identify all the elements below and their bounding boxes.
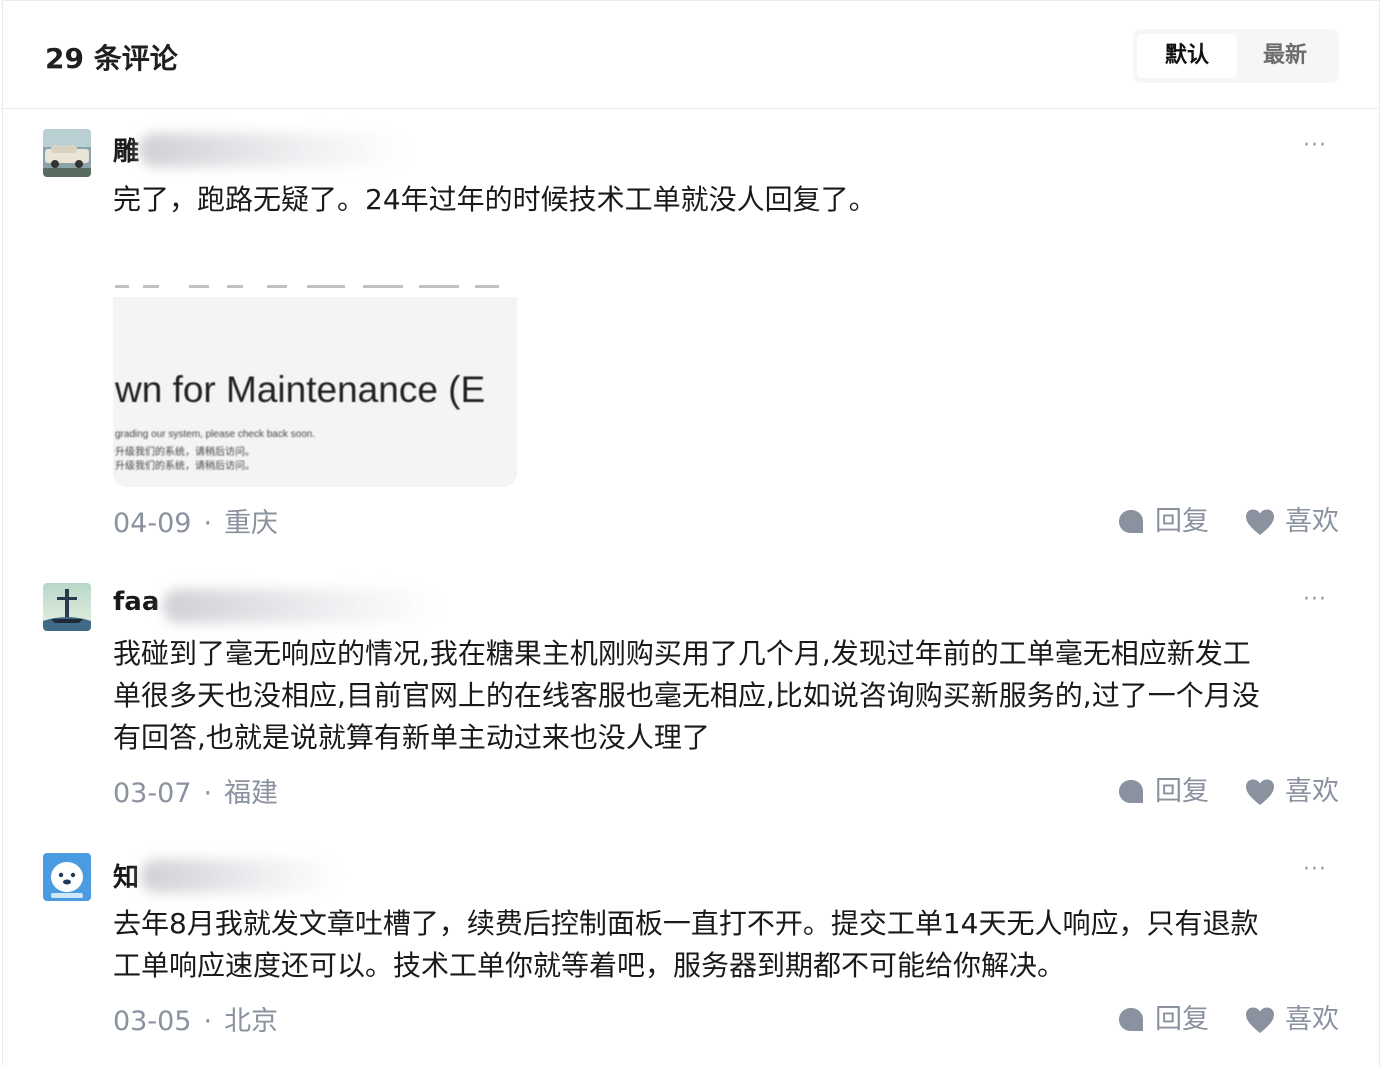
like-label: 喜欢	[1285, 776, 1339, 807]
comment-text-line: 有回答,也就是说就算有新单主动过来也没人理了	[113, 721, 710, 754]
comment-location: 重庆	[224, 508, 279, 539]
comment-meta: 03-05 · 北京	[113, 1006, 279, 1037]
chat-bubble-icon	[1119, 780, 1143, 803]
avatar[interactable]	[43, 583, 91, 631]
comment-text: 我碰到了毫无响应的情况,我在糖果主机刚购买用了几个月,发现过年前的工单毫无相应新…	[113, 633, 1343, 759]
reply-button[interactable]: 回复	[1117, 997, 1209, 1036]
comment-text-line: 去年8月我就发文章吐槽了，续费后控制面板一直打不开。提交工单14天无人响应，只有…	[113, 907, 1259, 940]
comment-date: 03-05	[113, 1006, 192, 1037]
comment-text-line: 单很多天也没相应,目前官网上的在线客服也毫无相应,比如说咨询购买新服务的,过了一…	[113, 679, 1260, 712]
like-button[interactable]: 喜欢	[1245, 499, 1339, 538]
avatar[interactable]	[43, 853, 91, 901]
heart-icon	[1246, 509, 1274, 535]
username-blur-mask	[163, 589, 433, 623]
comment-text-line: 工单响应速度还可以。技术工单你就等着吧，服务器到期都不可能给你解决。	[113, 949, 1066, 982]
chat-bubble-icon	[1119, 1008, 1143, 1031]
sort-default-button[interactable]: 默认	[1137, 34, 1237, 78]
more-dots-icon[interactable]: ···	[1303, 857, 1327, 882]
reply-label: 回复	[1155, 776, 1209, 807]
more-dots-icon[interactable]: ···	[1303, 133, 1327, 158]
comment-image[interactable]: wn for Maintenance (E grading our system…	[113, 297, 517, 487]
comment-date: 04-09	[113, 508, 192, 539]
username[interactable]: 知	[113, 857, 139, 894]
username-blur-mask	[139, 133, 399, 167]
image-caption-main: wn for Maintenance (E	[115, 369, 486, 410]
comment-text: 去年8月我就发文章吐槽了，续费后控制面板一直打不开。提交工单14天无人响应，只有…	[113, 903, 1343, 987]
like-button[interactable]: 喜欢	[1245, 997, 1339, 1036]
comment-meta: 04-09 · 重庆	[113, 508, 279, 539]
avatar[interactable]	[43, 129, 91, 177]
chat-bubble-icon	[1119, 510, 1143, 533]
image-caption-line: 升级我们的系统，请稍后访问。	[115, 461, 255, 472]
comment-location: 福建	[224, 778, 279, 809]
image-caption-line: 升级我们的系统，请稍后访问。	[115, 447, 255, 458]
comment-date: 03-07	[113, 778, 192, 809]
sort-latest-button[interactable]: 最新	[1235, 34, 1335, 78]
like-button[interactable]: 喜欢	[1245, 769, 1339, 808]
image-top-crop-marks	[115, 285, 499, 288]
sort-toggle: 默认 最新	[1133, 29, 1339, 83]
comment-header: 29 条评论 默认 最新	[3, 1, 1379, 109]
comment-text: 完了，跑路无疑了。24年过年的时候技术工单就没人回复了。	[113, 183, 877, 216]
comment-text-line: 我碰到了毫无响应的情况,我在糖果主机刚购买用了几个月,发现过年前的工单毫无相应新…	[113, 637, 1251, 670]
comment-meta: 03-07 · 福建	[113, 778, 279, 809]
username[interactable]: 雕	[113, 131, 139, 168]
like-label: 喜欢	[1285, 1004, 1339, 1035]
more-dots-icon[interactable]: ···	[1303, 587, 1327, 612]
reply-label: 回复	[1155, 1004, 1209, 1035]
reply-label: 回复	[1155, 506, 1209, 537]
comment-panel: 29 条评论 默认 最新 雕 ··· 完了，跑路无疑了。24年过年的时候技术工单…	[2, 0, 1380, 1066]
like-label: 喜欢	[1285, 506, 1339, 537]
username[interactable]: faa	[113, 587, 159, 617]
comment-count-title: 29 条评论	[45, 42, 178, 75]
heart-icon	[1246, 1007, 1274, 1033]
reply-button[interactable]: 回复	[1117, 499, 1209, 538]
heart-icon	[1246, 779, 1274, 805]
comment-location: 北京	[224, 1006, 279, 1037]
reply-button[interactable]: 回复	[1117, 769, 1209, 808]
image-caption-line: grading our system, please check back so…	[115, 429, 316, 440]
username-blur-mask	[141, 859, 337, 893]
